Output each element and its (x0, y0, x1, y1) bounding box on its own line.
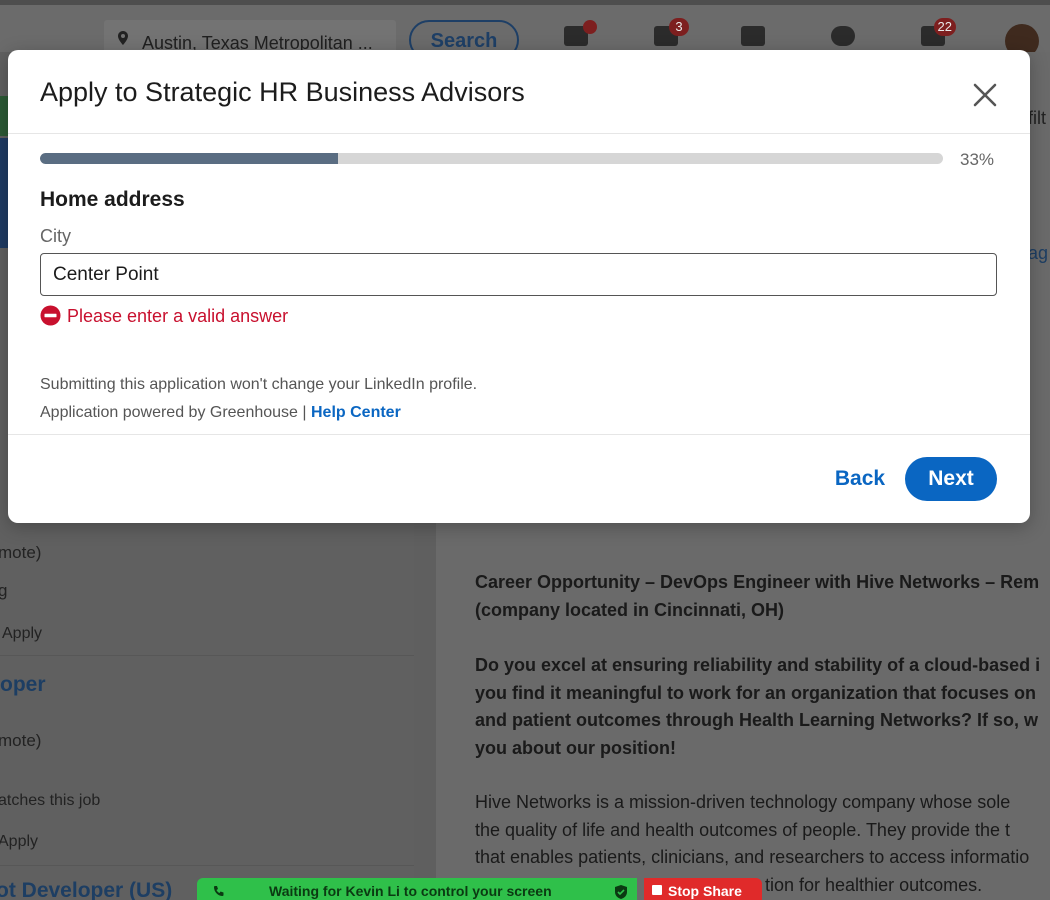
screen-share-status-bar: Waiting for Kevin Li to control your scr… (197, 878, 637, 900)
profile-disclaimer: Submitting this application won't change… (40, 376, 478, 393)
progress-percent: 33% (960, 150, 995, 169)
article-heading: Career Opportunity – DevOps Engineer wit… (475, 569, 1050, 624)
location-pin-icon (118, 31, 128, 45)
close-icon (973, 83, 997, 107)
nav-home[interactable] (561, 20, 597, 48)
stop-square-icon (652, 885, 662, 895)
back-button[interactable]: Back (824, 457, 896, 501)
modal-header: Apply to Strategic HR Business Advisors (8, 50, 1030, 134)
nav-my-network[interactable]: 3 (651, 18, 689, 48)
job-details-fragment: ag (1028, 243, 1049, 263)
job-title-link[interactable]: ot Developer (US) (0, 879, 172, 900)
article-line: Career Opportunity – DevOps Engineer wit… (475, 572, 1040, 592)
job-list-divider (0, 655, 414, 656)
chat-icon (831, 26, 855, 46)
nav-messaging[interactable] (828, 22, 858, 48)
article-question: Do you excel at ensuring reliability and… (475, 652, 1050, 762)
section-title: Home address (40, 188, 185, 211)
article-line: you about our position! (475, 737, 676, 758)
modal-title: Apply to Strategic HR Business Advisors (40, 77, 525, 107)
article-line: Hive Networks is a mission-driven techno… (475, 792, 1011, 812)
article-line: and patient outcomes through Health Lear… (475, 710, 1039, 730)
article-line: you find it meaningful to work for an or… (475, 682, 1037, 703)
article-line: that enables patients, clinicians, and r… (475, 847, 1030, 867)
notifications-badge: 22 (933, 18, 956, 36)
screen-share-status-text: Waiting for Kevin Li to control your scr… (269, 883, 552, 899)
job-title-link[interactable]: oper (0, 673, 46, 697)
powered-by-text: Application powered by Greenhouse | (40, 404, 307, 421)
job-list-divider (0, 865, 414, 866)
job-list-fragment: atches this job (0, 792, 101, 809)
city-label: City (40, 226, 71, 246)
progress-bar (40, 153, 943, 164)
nav-jobs[interactable] (738, 22, 768, 48)
close-button[interactable] (967, 77, 1003, 113)
footer-divider (8, 434, 1030, 435)
city-input[interactable] (40, 253, 997, 296)
error-message: Please enter a valid answer (67, 306, 289, 326)
article-line: (company located in Cincinnati, OH) (475, 599, 785, 620)
stop-share-button[interactable]: Stop Share (644, 878, 762, 900)
briefcase-icon (741, 26, 765, 46)
job-list-fragment: Apply (0, 833, 39, 850)
job-list-fragment: mote) (0, 543, 42, 562)
network-badge: 3 (669, 18, 689, 36)
progress-bar-fill (40, 153, 338, 164)
help-center-link[interactable]: Help Center (311, 404, 401, 421)
article-line: Do you excel at ensuring reliability and… (475, 655, 1041, 675)
stop-share-label: Stop Share (668, 883, 742, 899)
powered-by-line: Application powered by Greenhouse | Help… (40, 404, 401, 422)
job-list-fragment: Apply (2, 625, 43, 642)
job-list-fragment: mote) (0, 731, 42, 750)
article-line: the quality of life and health outcomes … (475, 819, 1011, 840)
job-list-fragment: g (0, 581, 8, 600)
apply-modal: Apply to Strategic HR Business Advisors … (8, 50, 1030, 523)
home-notification-dot (583, 20, 597, 34)
phone-icon (214, 886, 224, 896)
filter-fragment[interactable]: filt (1028, 108, 1046, 129)
error-icon (40, 305, 61, 326)
shield-check-icon (615, 885, 627, 899)
nav-notifications[interactable]: 22 (918, 18, 956, 48)
job-list-accent-green (0, 96, 8, 136)
job-list-accent-blue (0, 138, 8, 248)
next-button[interactable]: Next (905, 457, 997, 501)
